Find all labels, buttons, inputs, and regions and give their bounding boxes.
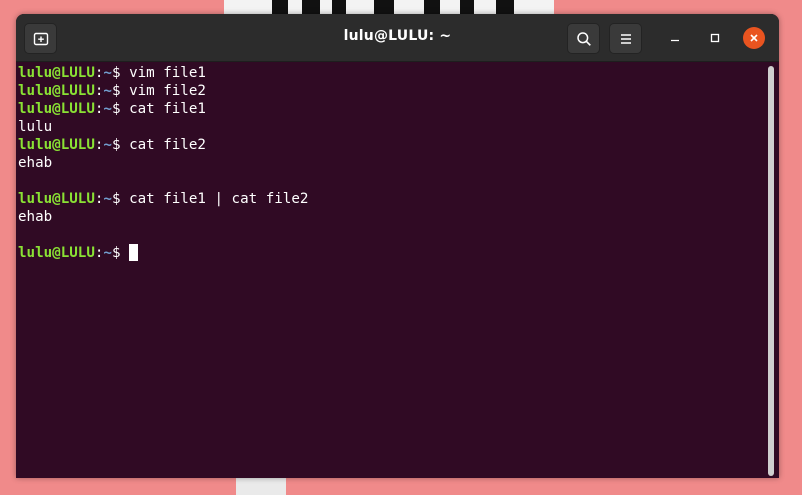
search-icon (576, 31, 591, 46)
output-text: ehab (18, 209, 53, 225)
active-prompt-line: lulu@LULU:~$ (18, 244, 763, 262)
output-line: lulu (18, 118, 763, 136)
command-line: lulu@LULU:~$ cat file1 (18, 100, 763, 118)
prompt-user-host: lulu@LULU (18, 65, 95, 81)
prompt-path: ~ (103, 137, 112, 153)
output-line: ehab (18, 208, 763, 226)
prompt-user-host: lulu@LULU (18, 83, 95, 99)
prompt-path: ~ (103, 65, 112, 81)
prompt-path: ~ (103, 191, 112, 207)
prompt-path: ~ (103, 245, 112, 261)
command-text: vim file1 (129, 65, 206, 81)
title-bar[interactable]: lulu@LULU: ~ (16, 14, 779, 62)
search-button[interactable] (567, 23, 600, 54)
command-line: lulu@LULU:~$ vim file1 (18, 64, 763, 82)
prompt-symbol: $ (111, 83, 130, 99)
prompt-symbol: $ (111, 65, 130, 81)
prompt-user-host: lulu@LULU (18, 191, 95, 207)
scrollbar[interactable] (768, 66, 774, 476)
terminal-window: lulu@LULU: ~ lulu@LULU:~$ vim file1 lulu… (16, 14, 779, 478)
minimize-button[interactable] (664, 27, 686, 49)
command-text: cat file2 (129, 137, 206, 153)
text-cursor (129, 244, 139, 261)
prompt-user-host: lulu@LULU (18, 137, 95, 153)
output-line: ehab (18, 154, 763, 172)
command-line: lulu@LULU:~$ vim file2 (18, 82, 763, 100)
prompt-user-host: lulu@LULU (18, 101, 95, 117)
command-text: cat file1 | cat file2 (129, 191, 309, 207)
command-text: vim file2 (129, 83, 206, 99)
menu-button[interactable] (609, 23, 642, 54)
output-text: lulu (18, 119, 53, 135)
desktop-wallpaper-fragment (236, 478, 286, 495)
hamburger-menu-icon (620, 33, 631, 44)
prompt-symbol: $ (111, 245, 130, 261)
command-line: lulu@LULU:~$ cat file1 | cat file2 (18, 190, 763, 208)
terminal-output[interactable]: lulu@LULU:~$ vim file1 lulu@LULU:~$ vim f… (18, 64, 763, 474)
prompt-symbol: $ (111, 101, 130, 117)
output-text: ehab (18, 155, 53, 171)
maximize-button[interactable] (704, 27, 726, 49)
maximize-icon (710, 33, 720, 43)
close-icon (750, 34, 758, 42)
prompt-path: ~ (103, 101, 112, 117)
prompt-symbol: $ (111, 137, 130, 153)
prompt-user-host: lulu@LULU (18, 245, 95, 261)
prompt-path: ~ (103, 83, 112, 99)
command-text: cat file1 (129, 101, 206, 117)
minimize-icon (671, 39, 679, 42)
prompt-symbol: $ (111, 191, 130, 207)
close-button[interactable] (743, 27, 765, 49)
command-line: lulu@LULU:~$ cat file2 (18, 136, 763, 154)
